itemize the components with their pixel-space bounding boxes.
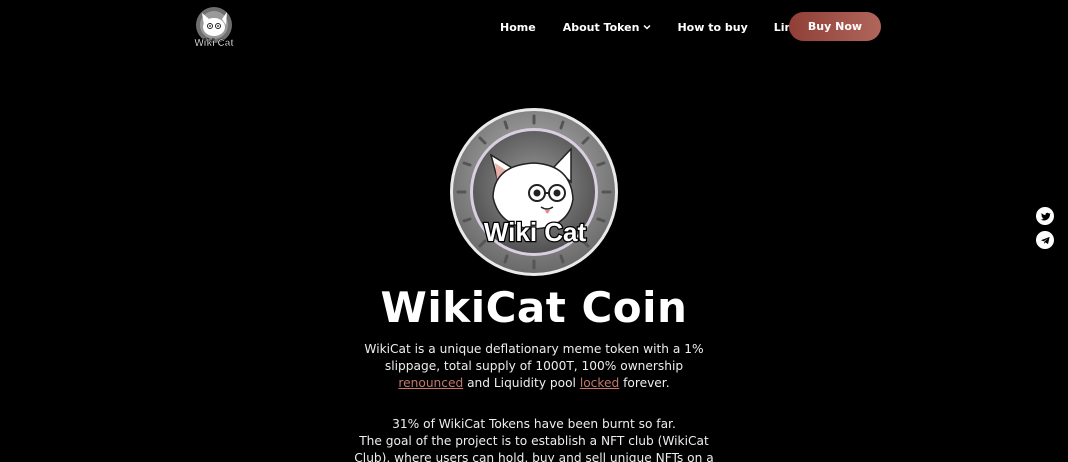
- nav-how-to-buy[interactable]: How to buy: [677, 21, 747, 34]
- renounced-link[interactable]: renounced: [398, 376, 463, 390]
- coin-text: Wiki Cat: [484, 217, 587, 247]
- nav-howto-label: How to buy: [677, 20, 748, 34]
- goal-line: The goal of the project is to establish …: [354, 434, 714, 462]
- nav-home[interactable]: Home: [500, 21, 536, 34]
- desc-part-1: WikiCat is a unique deflationary meme to…: [364, 342, 704, 373]
- hero-title: WikiCat Coin: [380, 283, 688, 332]
- locked-link[interactable]: locked: [580, 376, 619, 390]
- telegram-link[interactable]: [1036, 231, 1054, 249]
- desc-part-3: forever.: [619, 376, 670, 390]
- hero-description-2: 31% of WikiCat Tokens have been burnt so…: [354, 416, 714, 462]
- telegram-icon: [1040, 236, 1050, 244]
- site-logo[interactable]: Wiki Cat: [189, 5, 239, 49]
- desc-part-2: and Liquidity pool: [463, 376, 580, 390]
- nav-about-token[interactable]: About Token: [563, 21, 652, 34]
- chevron-down-icon: [643, 24, 651, 30]
- twitter-icon: [1040, 212, 1051, 220]
- hero-description: WikiCat is a unique deflationary meme to…: [354, 341, 714, 392]
- logo-text: Wiki Cat: [194, 38, 234, 49]
- nav-about-label: About Token: [562, 20, 640, 34]
- twitter-link[interactable]: [1036, 207, 1054, 225]
- coin-image: Wiki Cat: [449, 107, 619, 277]
- buy-now-button[interactable]: Buy Now: [789, 12, 881, 41]
- page: Wiki Cat Home About Token How to buy Lin…: [0, 0, 1068, 462]
- main-nav: Home About Token How to buy Links: [490, 12, 818, 42]
- nav-home-label: Home: [500, 20, 536, 34]
- burn-line: 31% of WikiCat Tokens have been burnt so…: [392, 417, 676, 431]
